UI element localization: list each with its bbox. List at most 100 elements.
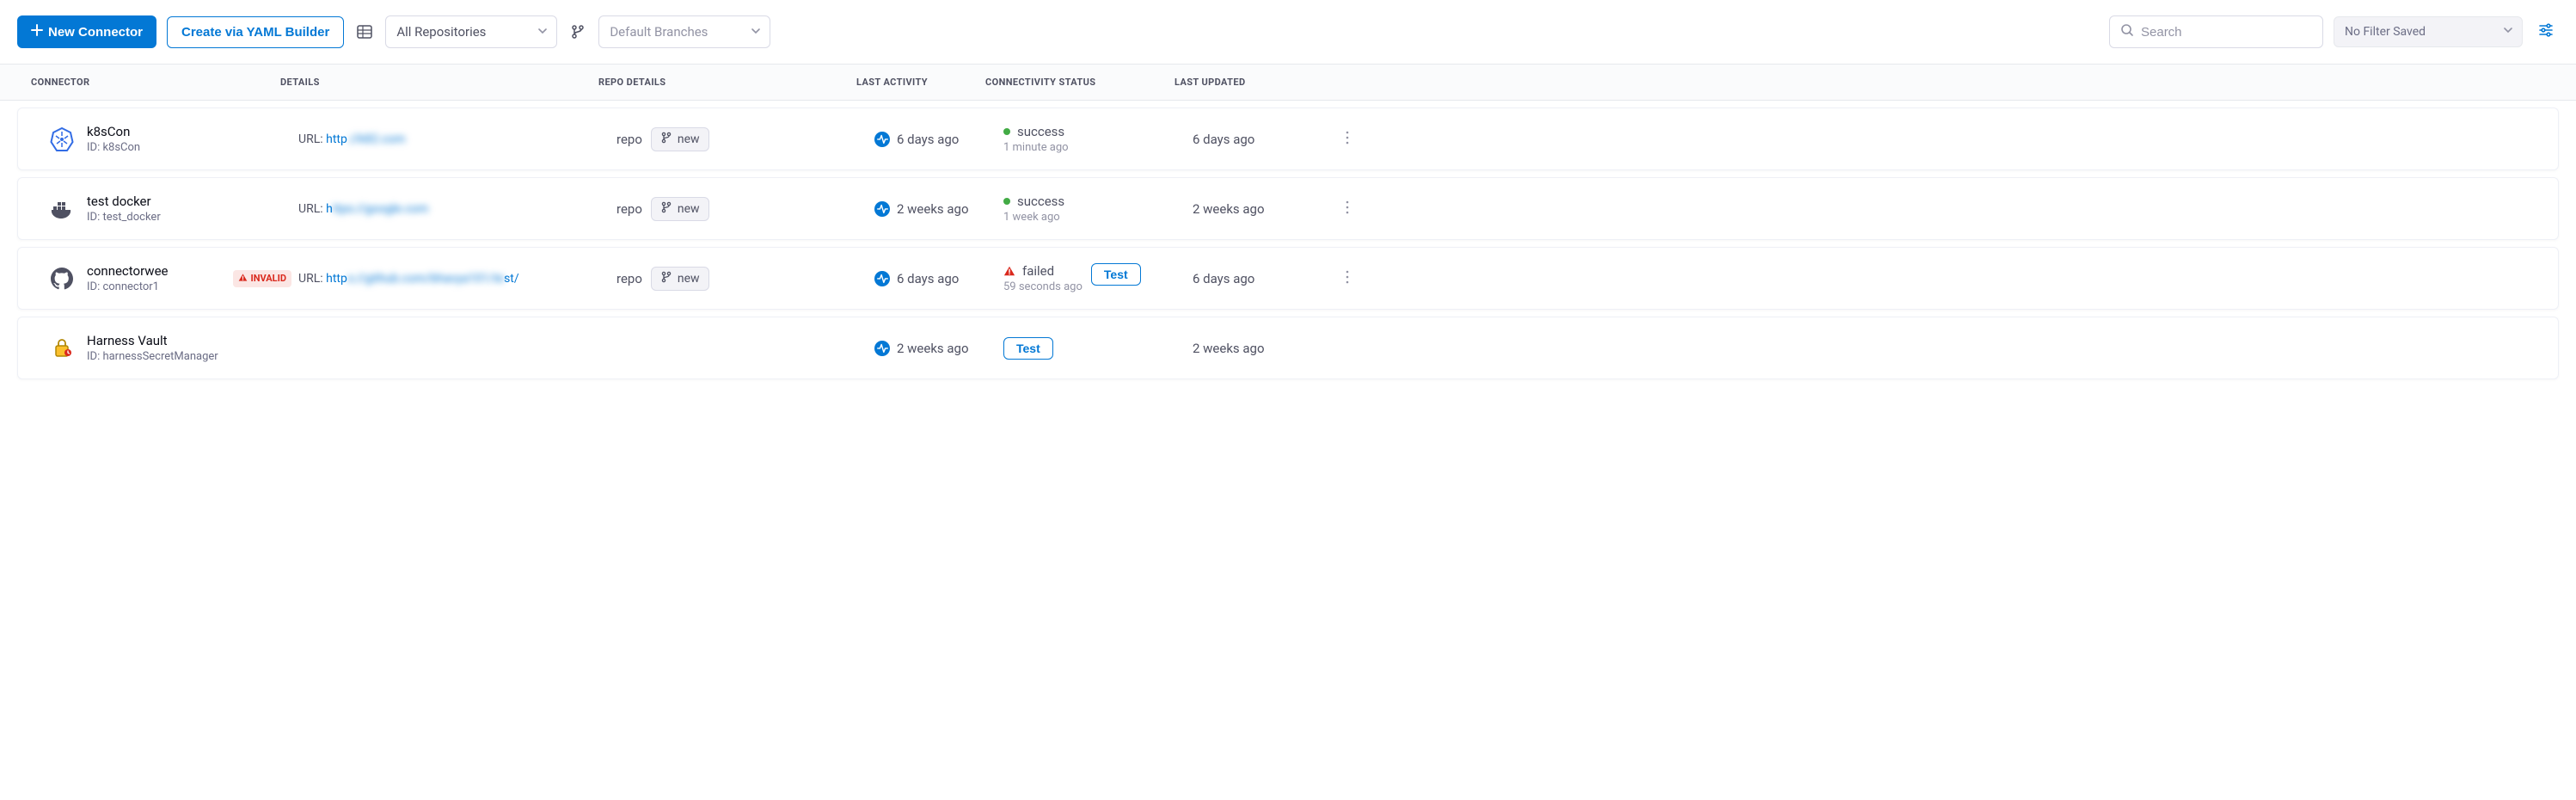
row-menu-button[interactable] [1330,200,1365,218]
branch-icon [567,22,588,42]
details-cell: URL: https://github.com/bhavya101/test/ [298,272,616,286]
status-text: success [1017,194,1064,209]
connector-cell: test docker ID: test_docker [49,194,298,224]
new-connector-label: New Connector [48,25,143,40]
col-header-status: CONNECTIVITY STATUS [985,77,1175,88]
connector-cell: connectorwee ID: connector1 INVALID [49,263,298,293]
row-menu-button[interactable] [1330,270,1365,287]
test-button[interactable]: Test [1003,337,1053,360]
branch-label: new [678,132,700,146]
url-link[interactable]: https://github.com/bhavya101/test/ [326,272,519,286]
repo-label: repo [616,132,642,147]
vault-icon [49,335,75,361]
warning-icon [238,273,248,285]
col-header-details: DETAILS [280,77,598,88]
updated-cell: 2 weeks ago [1193,341,1330,356]
filter-select[interactable]: No Filter Saved [2334,16,2523,47]
branch-label: new [678,272,700,286]
repo-label: repo [616,271,642,286]
branch-chip[interactable]: new [651,127,709,151]
details-cell: URL: https://google.com [298,202,616,216]
url-prefix: URL: [298,272,326,286]
status-cell: success 1 minute ago [1003,124,1193,154]
more-icon [1346,200,1349,218]
updated-cell: 2 weeks ago [1193,201,1330,217]
status-timestamp: 1 minute ago [1003,141,1069,154]
branch-label: new [678,202,700,216]
table-row[interactable]: test docker ID: test_docker URL: https:/… [17,177,2559,240]
repo-icon [354,22,375,42]
search-input-wrap[interactable] [2109,15,2323,48]
create-yaml-button[interactable]: Create via YAML Builder [167,16,344,48]
table-body: k8sCon ID: k8sCon URL: http://k82.com re… [0,108,2576,379]
activity-text: 2 weeks ago [897,201,969,217]
row-menu-button[interactable] [1330,131,1365,148]
details-cell: URL: http://k82.com [298,132,616,146]
status-cell: failed 59 seconds ago Test [1003,263,1193,293]
connector-id: ID: connector1 [87,280,168,293]
activity-icon [874,271,890,286]
connector-name: test docker [87,194,161,209]
connector-name: connectorwee [87,263,168,279]
url-link[interactable]: https://google.com [326,202,428,216]
activity-text: 6 days ago [897,132,959,147]
status-success-icon [1003,198,1010,205]
col-header-connector: CONNECTOR [31,77,280,88]
status-text: failed [1022,263,1054,279]
branch-select-label: Default Branches [610,24,708,40]
status-timestamp: 59 seconds ago [1003,280,1083,293]
search-icon [2120,23,2134,40]
table-row[interactable]: k8sCon ID: k8sCon URL: http://k82.com re… [17,108,2559,170]
docker-icon [49,196,75,222]
url-link[interactable]: http://k82.com [326,132,405,146]
test-button[interactable]: Test [1091,263,1141,286]
create-yaml-label: Create via YAML Builder [181,25,329,40]
chevron-down-icon [751,24,761,40]
chevron-down-icon [537,24,548,40]
new-connector-button[interactable]: New Connector [17,15,156,48]
more-icon [1346,131,1349,148]
chevron-down-icon [2503,25,2513,39]
table-row[interactable]: connectorwee ID: connector1 INVALID URL:… [17,247,2559,310]
url-prefix: URL: [298,202,326,216]
branch-icon [660,271,672,286]
activity-cell: 6 days ago [874,271,1003,286]
table-header: CONNECTOR DETAILS REPO DETAILS LAST ACTI… [0,65,2576,101]
branch-chip[interactable]: new [651,197,709,221]
github-icon [49,266,75,292]
connector-name: Harness Vault [87,333,218,348]
activity-cell: 2 weeks ago [874,341,1003,356]
col-header-updated: LAST UPDATED [1175,77,1312,88]
repo-cell: repo new [616,127,874,151]
status-failed-icon [1003,265,1015,277]
activity-text: 2 weeks ago [897,341,969,356]
connector-id: ID: test_docker [87,211,161,224]
invalid-label: INVALID [251,273,286,284]
connector-cell: k8sCon ID: k8sCon [49,124,298,154]
search-input[interactable] [2141,25,2312,40]
activity-icon [874,341,890,356]
status-cell: success 1 week ago [1003,194,1193,224]
filter-settings-icon[interactable] [2533,17,2559,46]
plus-icon [31,24,43,40]
repository-select[interactable]: All Repositories [385,15,557,48]
repo-cell: repo new [616,267,874,291]
activity-cell: 2 weeks ago [874,201,1003,217]
repository-select-label: All Repositories [396,24,486,40]
table-row[interactable]: Harness Vault ID: harnessSecretManager 2… [17,317,2559,379]
status-success-icon [1003,128,1010,135]
branch-select[interactable]: Default Branches [598,15,770,48]
kubernetes-icon [49,126,75,152]
repo-cell: repo new [616,197,874,221]
repo-label: repo [616,201,642,217]
branch-chip[interactable]: new [651,267,709,291]
activity-cell: 6 days ago [874,132,1003,147]
connector-id: ID: k8sCon [87,141,140,154]
url-prefix: URL: [298,132,326,146]
filter-select-label: No Filter Saved [2345,25,2426,39]
updated-cell: 6 days ago [1193,132,1330,147]
branch-icon [660,132,672,147]
col-header-repo: REPO DETAILS [598,77,856,88]
branch-icon [660,201,672,217]
more-icon [1346,270,1349,287]
